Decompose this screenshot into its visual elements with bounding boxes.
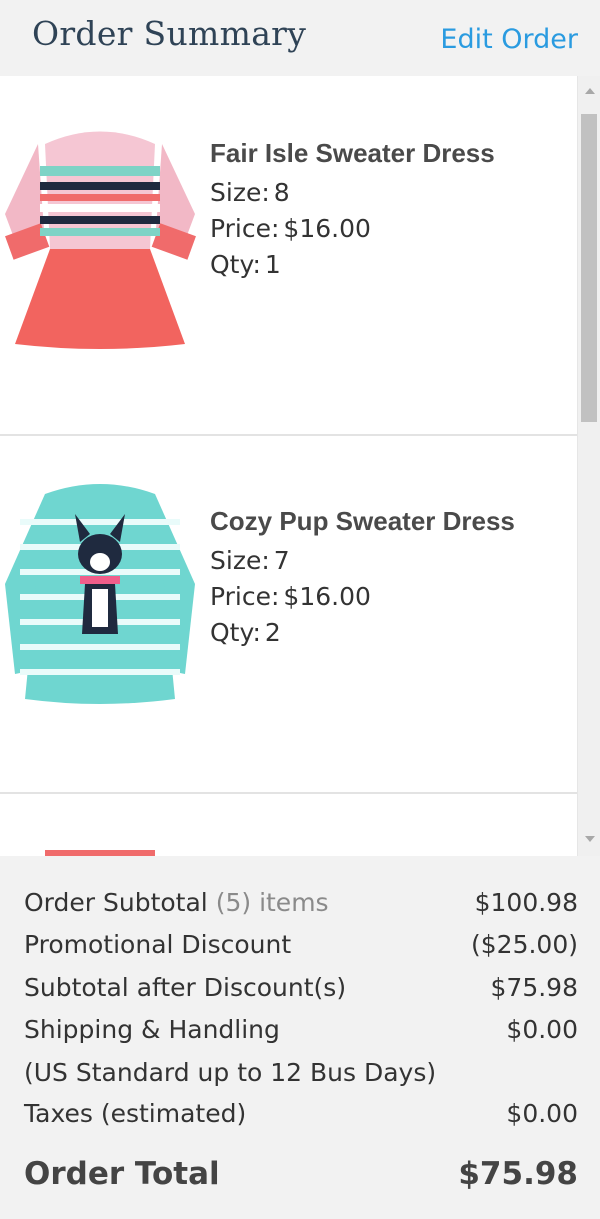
cozy-pup-dress-image [5, 484, 195, 704]
subtotal-label-group: Order Subtotal (5) items [24, 888, 329, 917]
item-price: Price: $16.00 [210, 211, 550, 247]
edit-order-link[interactable]: Edit Order [440, 24, 578, 55]
shipping-row: Shipping & Handling $0.00 [24, 1015, 578, 1055]
size-value: 8 [273, 178, 290, 207]
fair-isle-dress-image [5, 131, 196, 349]
shipping-label: Shipping & Handling [24, 1015, 280, 1044]
scroll-up-arrow-icon[interactable] [585, 88, 595, 94]
item-qty: Qty: 2 [210, 615, 550, 651]
price-label: Price: [210, 582, 280, 611]
order-items-list: Fair Isle Sweater Dress Size: 8 Price: $16… [0, 76, 577, 856]
qty-value: 1 [264, 250, 281, 279]
shipping-value: $0.00 [506, 1015, 578, 1044]
item-price: Price: $16.00 [210, 579, 550, 615]
subtotal-label: Order Subtotal [24, 888, 208, 917]
item-size: Size: 7 [210, 543, 550, 579]
items-scrollbar[interactable] [577, 76, 600, 856]
qty-label: Qty: [210, 250, 261, 279]
subtotal-value: $100.98 [474, 888, 578, 917]
page-title: Order Summary [32, 14, 307, 53]
item-qty: Qty: 1 [210, 247, 550, 283]
qty-value: 2 [264, 618, 281, 647]
item-name[interactable]: Fair Isle Sweater Dress [210, 138, 550, 169]
subtotal-row: Order Subtotal (5) items $100.98 [24, 888, 578, 928]
discount-label: Promotional Discount [24, 930, 292, 959]
striped-garment-image [45, 850, 155, 856]
shipping-note: (US Standard up to 12 Bus Days) [24, 1058, 437, 1087]
discount-row: Promotional Discount ($25.00) [24, 930, 578, 970]
price-label: Price: [210, 214, 280, 243]
scroll-down-arrow-icon[interactable] [585, 836, 595, 842]
order-totals: Order Subtotal (5) items $100.98 Promoti… [0, 856, 600, 1219]
taxes-row: Taxes (estimated) $0.00 [24, 1099, 578, 1139]
after-discount-label: Subtotal after Discount(s) [24, 973, 347, 1002]
item-count: (5) items [215, 888, 329, 917]
size-label: Size: [210, 178, 270, 207]
item-size: Size: 8 [210, 175, 550, 211]
order-items-panel[interactable]: Fair Isle Sweater Dress Size: 8 Price: $16… [0, 76, 600, 856]
scroll-thumb[interactable] [581, 114, 597, 422]
size-label: Size: [210, 546, 270, 575]
taxes-value: $0.00 [506, 1099, 578, 1128]
qty-label: Qty: [210, 618, 261, 647]
item-name[interactable]: Cozy Pup Sweater Dress [210, 506, 550, 537]
after-discount-row: Subtotal after Discount(s) $75.98 [24, 973, 578, 1013]
price-value: $16.00 [283, 582, 371, 611]
item-details: Cozy Pup Sweater Dress Size: 7 Price: $16.… [210, 506, 550, 651]
price-value: $16.00 [283, 214, 371, 243]
order-total-row: Order Total $75.98 [24, 1156, 578, 1196]
item-details: Fair Isle Sweater Dress Size: 8 Price: $16… [210, 138, 550, 283]
order-item: Cozy Pup Sweater Dress Size: 7 Price: $16.… [0, 436, 577, 794]
shipping-note-row: (US Standard up to 12 Bus Days) [24, 1058, 578, 1098]
order-summary-header: Order Summary Edit Order [0, 0, 600, 76]
after-discount-value: $75.98 [490, 973, 578, 1002]
size-value: 7 [273, 546, 290, 575]
order-total-value: $75.98 [458, 1156, 578, 1192]
order-item: Fair Isle Sweater Dress Size: 8 Price: $16… [0, 76, 577, 436]
discount-value: ($25.00) [471, 930, 578, 959]
taxes-label: Taxes (estimated) [24, 1099, 247, 1128]
order-total-label: Order Total [24, 1156, 220, 1192]
order-item [0, 794, 577, 856]
